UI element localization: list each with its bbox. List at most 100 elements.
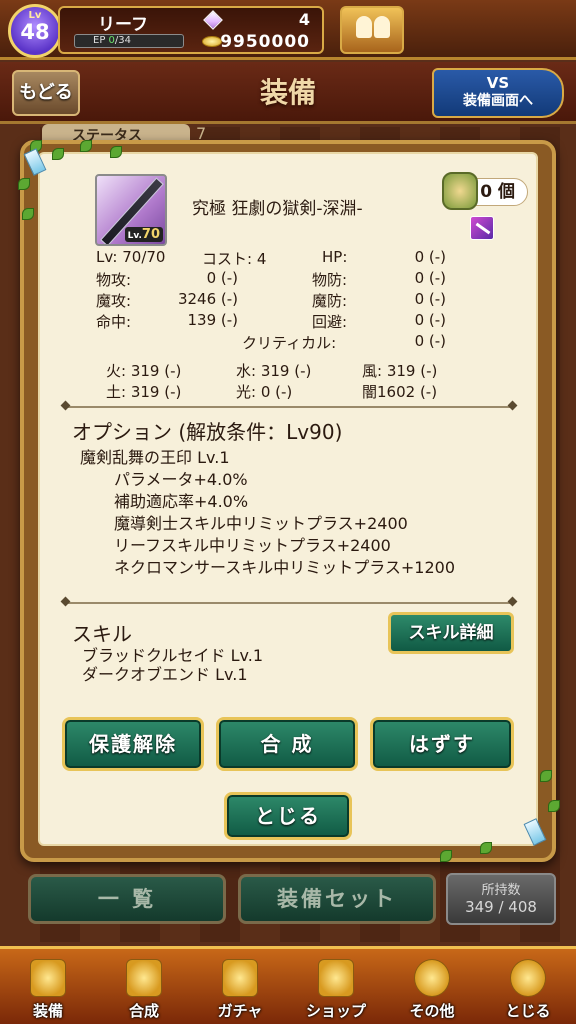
nav-label: とじる	[505, 1002, 551, 1020]
bottom-nav: 装備 合成 ガチャ ショップ その他 とじる	[0, 946, 576, 1024]
gem-icon	[203, 10, 223, 30]
element-fire: 火: 319 (-)	[106, 360, 181, 381]
stat-matk-value: 3246 (-)	[177, 290, 238, 308]
status-bar: Lv 48 リーフ EP 0/34 4 9950000	[0, 0, 576, 60]
nav-compose[interactable]: 合成	[96, 949, 192, 1024]
vine-leaf-icon	[52, 148, 64, 160]
divider	[66, 602, 512, 604]
nav-label: ショップ	[305, 1002, 366, 1020]
stat-mdef-label: 魔防:	[312, 292, 348, 310]
coin-icon	[202, 36, 222, 47]
vs-sub-label: 装備画面へ	[463, 93, 533, 109]
nav-label: 装備	[32, 1002, 63, 1020]
nav-label: 合成	[128, 1002, 159, 1020]
stat-pdef-value: 0 (-)	[414, 269, 446, 287]
stat-patk-label: 物攻:	[96, 271, 132, 289]
vine-leaf-icon	[110, 146, 122, 158]
stat-eva-label: 回避:	[312, 313, 348, 331]
element-label: 水:	[236, 362, 257, 380]
stat-eva-value: 0 (-)	[414, 311, 446, 329]
stat-patk-value: 0 (-)	[206, 269, 238, 287]
nav-close[interactable]: とじる	[480, 949, 576, 1024]
coin-count: 9950000	[220, 32, 310, 52]
vine-leaf-icon	[480, 842, 492, 854]
option-line: 魔導剣士スキル中リミットプラス+2400	[114, 514, 408, 533]
cards-icon	[222, 959, 258, 997]
stat-value: 70/70	[122, 248, 166, 266]
item-thumbnail: Lv.70	[95, 174, 167, 246]
element-value: 319 (-)	[386, 362, 438, 380]
skill-detail-button[interactable]: スキル詳細	[388, 612, 514, 654]
element-label: 闇	[362, 383, 378, 401]
character-icon	[510, 959, 546, 997]
element-value: 0 (-)	[260, 383, 293, 401]
ep-max: /34	[114, 35, 132, 46]
item-name: 究極 狂劇の獄剣-深淵-	[192, 199, 363, 219]
remove-button[interactable]: はずす	[370, 717, 514, 771]
stat-label: コスト:	[202, 250, 253, 268]
owned-count: 所持数 349 / 408	[446, 873, 556, 925]
stat-label: Lv:	[96, 248, 118, 266]
element-label: 火:	[106, 362, 127, 380]
unprotect-button[interactable]: 保護解除	[62, 717, 204, 771]
level-badge: Lv 48	[8, 4, 62, 58]
equip-icon	[30, 959, 66, 997]
vs-label: VS	[486, 74, 510, 92]
element-value: 319 (-)	[260, 362, 312, 380]
vine-leaf-icon	[548, 800, 560, 812]
element-light: 光: 0 (-)	[236, 381, 292, 402]
nav-label: ガチャ	[217, 1002, 263, 1020]
item-level-prefix: Lv.	[127, 231, 142, 241]
crystal-shop-icon	[318, 959, 354, 997]
option-line: パラメータ+4.0%	[114, 470, 248, 489]
nav-shop[interactable]: ショップ	[288, 949, 384, 1024]
divider	[66, 406, 512, 408]
element-label: 光:	[236, 383, 257, 401]
option-line: 補助適応率+4.0%	[114, 492, 249, 511]
hammer-icon	[126, 959, 162, 997]
nav-equip[interactable]: 装備	[0, 949, 96, 1024]
owned-value: 349 / 408	[465, 898, 537, 916]
option-main: 魔剣乱舞の王印 Lv.1	[80, 448, 230, 467]
stat-lv: Lv: 70/70	[96, 248, 165, 266]
vine-leaf-icon	[22, 208, 34, 220]
nav-label: その他	[409, 1002, 455, 1020]
element-dark: 闇1602 (-)	[362, 381, 437, 402]
gear-icon	[414, 959, 450, 997]
element-label: 風:	[362, 362, 383, 380]
player-panel: リーフ EP 0/34 4 9950000	[58, 6, 324, 54]
back-button[interactable]: もどる	[12, 70, 80, 116]
nav-other[interactable]: その他	[384, 949, 480, 1024]
element-value: 1602 (-)	[377, 383, 438, 401]
stat-hp-label: HP:	[322, 248, 348, 266]
owned-label: 所持数	[481, 883, 521, 898]
player-level: 48	[20, 20, 50, 44]
skill-line: ダークオブエンド Lv.1	[82, 665, 248, 684]
nav-gacha[interactable]: ガチャ	[192, 949, 288, 1024]
stat-matk-label: 魔攻:	[96, 292, 132, 310]
friends-button[interactable]	[340, 6, 404, 54]
ep-bar: EP 0/34	[74, 34, 184, 48]
options-title: オプション (解放条件：Lv90)	[72, 420, 343, 444]
option-line: ネクロマンサースキル中リミットプラス+1200	[114, 558, 456, 577]
element-label: 土:	[106, 383, 127, 401]
vine-leaf-icon	[540, 770, 552, 782]
stat-mdef-value: 0 (-)	[414, 290, 446, 308]
character-face-icon	[442, 172, 478, 210]
list-button[interactable]: 一 覧	[28, 874, 226, 924]
ep-label: EP	[93, 35, 106, 46]
attribute-icon	[470, 216, 494, 240]
header: 装備 もどる VS 装備画面へ	[0, 62, 576, 124]
equip-set-button[interactable]: 装備セット	[238, 874, 436, 924]
stat-hit-value: 139 (-)	[187, 311, 238, 329]
stat-crit-label: クリティカル:	[242, 334, 337, 352]
item-level-label: Lv.70	[124, 227, 163, 242]
option-line: リーフスキル中リミットプラス+2400	[114, 536, 391, 555]
vs-equip-button[interactable]: VS 装備画面へ	[432, 68, 564, 118]
element-wind: 風: 319 (-)	[362, 360, 437, 381]
close-button[interactable]: とじる	[224, 792, 352, 840]
friend-icon	[374, 16, 390, 38]
compose-button[interactable]: 合 成	[216, 717, 358, 771]
vine-leaf-icon	[440, 850, 452, 862]
player-name: リーフ	[98, 15, 148, 35]
